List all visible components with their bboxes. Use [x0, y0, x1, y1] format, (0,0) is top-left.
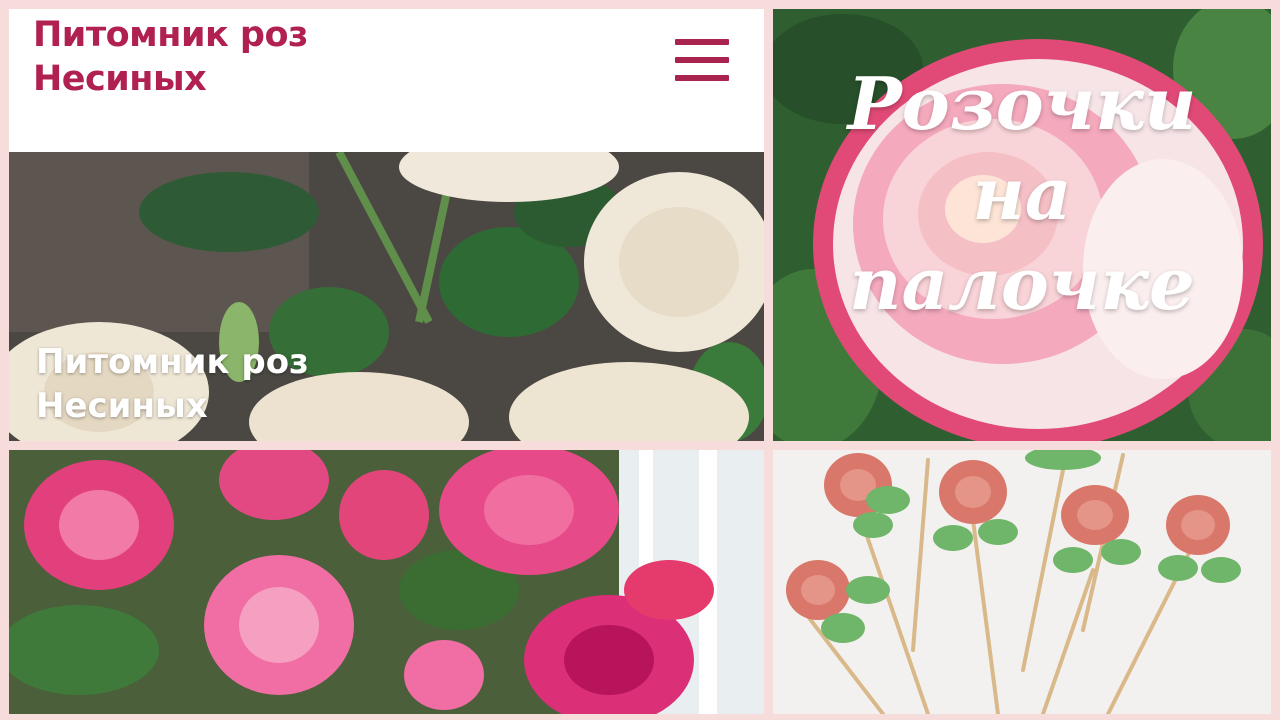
hero-title-line2: Несиных [36, 386, 208, 426]
site-title-line2: Несиных [33, 59, 207, 99]
hero-title: Питомник роз Несиных [36, 340, 456, 428]
hamburger-menu-icon[interactable] [673, 35, 731, 87]
lollipop-roses-panel [773, 450, 1271, 714]
site-title[interactable]: Питомник роз Несиных [33, 13, 453, 101]
website-panel: Питомник роз Несиных Питомник роз Несины… [9, 9, 764, 441]
site-header: Питомник роз Несиных [9, 9, 764, 152]
rose-caption-panel: Розочки на палочке [773, 9, 1271, 441]
site-title-line1: Питомник роз [33, 15, 308, 55]
pink-roses-photo [9, 450, 764, 714]
caption-line3: палочке [849, 241, 1195, 326]
pink-roses-panel [9, 450, 764, 714]
rose-lollipops-caption: Розочки на палочке [773, 59, 1271, 329]
hero-image: Питомник роз Несиных [9, 152, 764, 441]
caption-line2: на [972, 151, 1072, 236]
rose-lollipops-photo [773, 450, 1271, 714]
caption-line1: Розочки [847, 61, 1197, 146]
hero-title-line1: Питомник роз [36, 342, 309, 382]
